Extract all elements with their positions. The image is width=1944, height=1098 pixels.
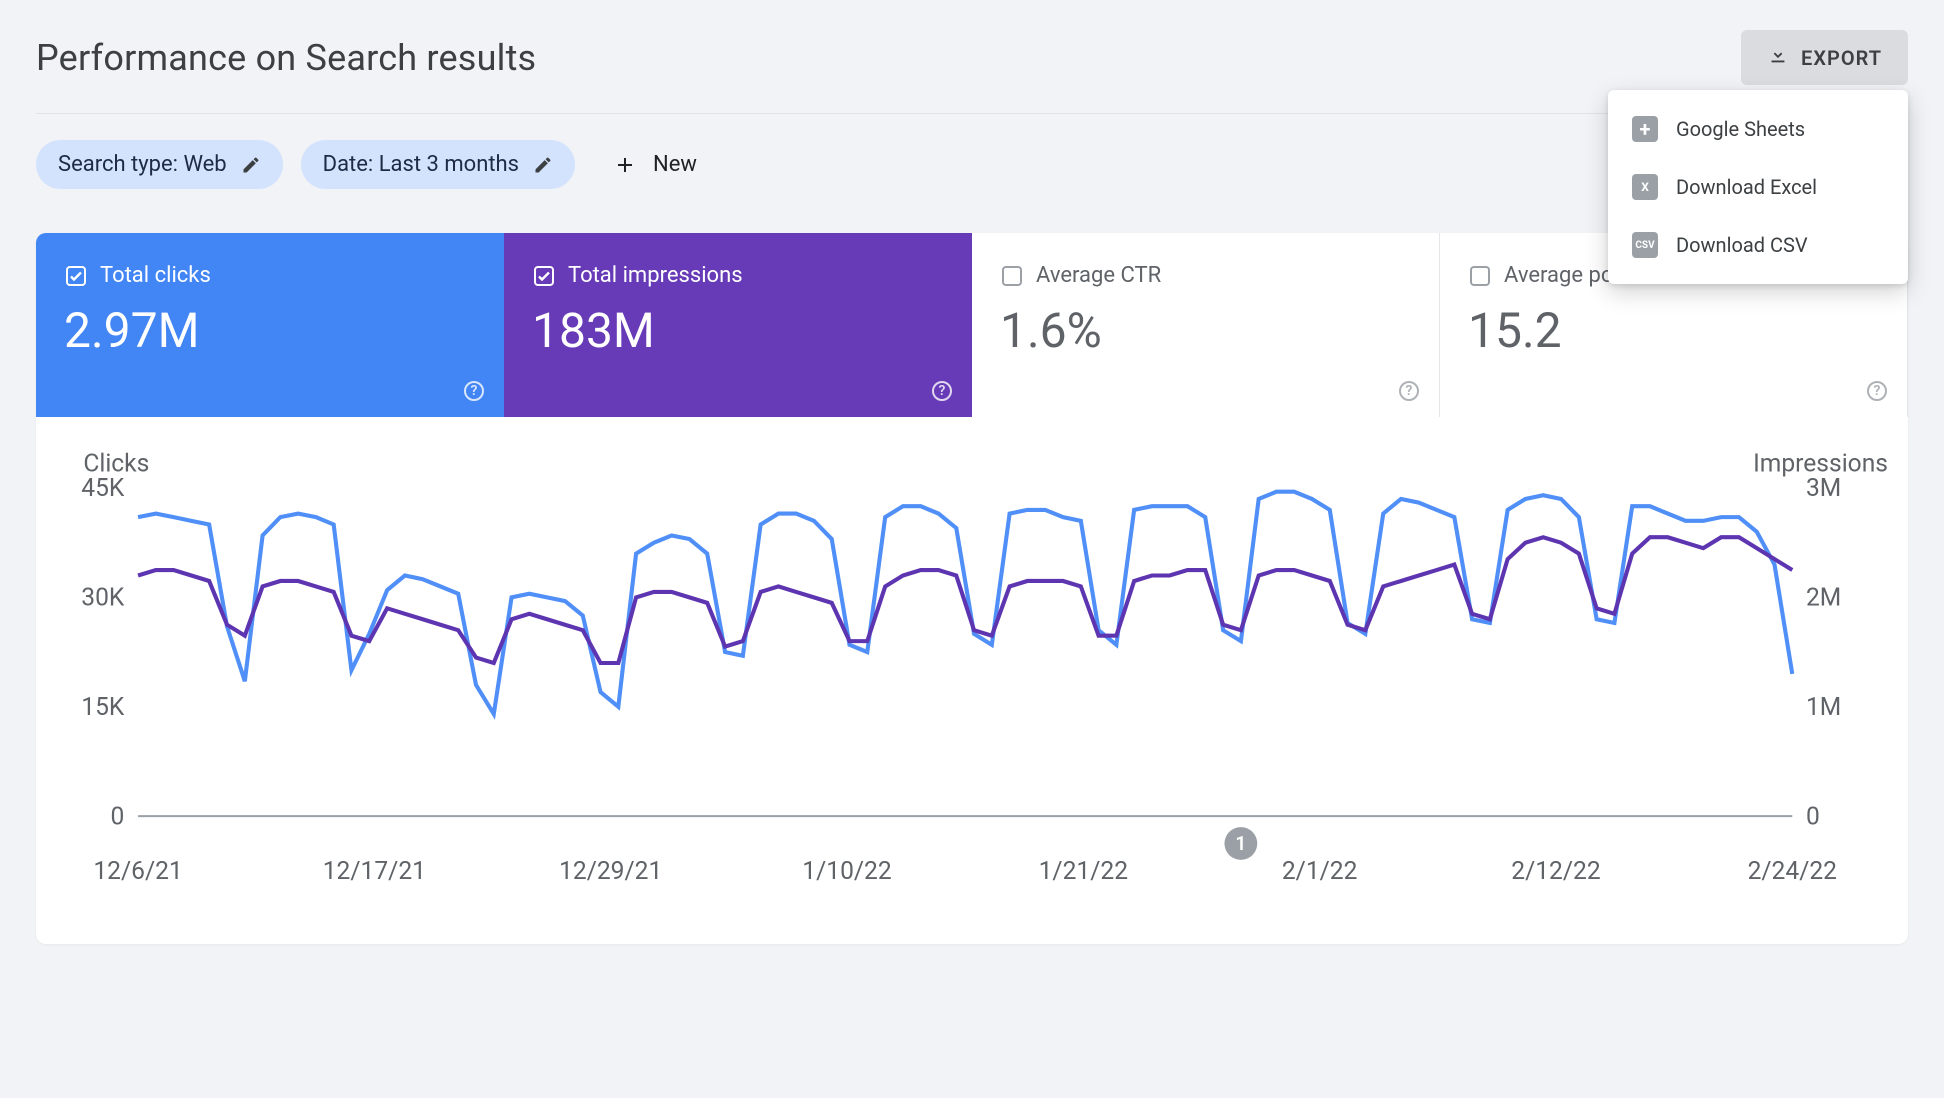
export-button[interactable]: EXPORT — [1741, 30, 1908, 85]
metric-average-ctr[interactable]: Average CTR 1.6% ? — [972, 233, 1440, 417]
filter-chip-date[interactable]: Date: Last 3 months — [301, 140, 575, 189]
add-filter-button[interactable]: New — [605, 142, 705, 187]
export-option-download-csv[interactable]: CSV Download CSV — [1608, 216, 1908, 274]
svg-text:1/21/22: 1/21/22 — [1039, 857, 1128, 886]
svg-text:1M: 1M — [1806, 693, 1841, 722]
svg-text:12/6/21: 12/6/21 — [93, 857, 182, 886]
checkbox-checked-icon — [532, 264, 556, 288]
svg-text:1: 1 — [1235, 832, 1246, 855]
help-icon[interactable]: ? — [930, 379, 954, 403]
metric-title: Total clicks — [100, 263, 211, 288]
metric-value: 183M — [532, 302, 944, 359]
menu-item-label: Download CSV — [1676, 233, 1808, 257]
help-icon[interactable]: ? — [462, 379, 486, 403]
svg-text:0: 0 — [111, 802, 125, 831]
metric-title: Average CTR — [1036, 263, 1161, 288]
svg-text:?: ? — [471, 383, 478, 399]
metric-value: 2.97M — [64, 302, 476, 359]
help-icon[interactable]: ? — [1865, 379, 1889, 403]
export-option-google-sheets[interactable]: + Google Sheets — [1608, 100, 1908, 158]
checkbox-unchecked-icon — [1468, 264, 1492, 288]
checkbox-unchecked-icon — [1000, 264, 1024, 288]
metric-title: Total impressions — [568, 263, 743, 288]
filter-chip-label: Search type: Web — [58, 152, 227, 177]
svg-text:?: ? — [1874, 383, 1881, 399]
help-icon[interactable]: ? — [1397, 379, 1421, 403]
export-menu: + Google Sheets X Download Excel CSV Dow… — [1608, 90, 1908, 284]
pencil-icon — [241, 155, 261, 175]
menu-item-label: Google Sheets — [1676, 117, 1805, 141]
svg-text:30K: 30K — [81, 584, 125, 613]
svg-text:2/24/22: 2/24/22 — [1748, 857, 1837, 886]
svg-text:3M: 3M — [1806, 474, 1841, 503]
export-label: EXPORT — [1801, 46, 1882, 70]
filter-chip-search-type[interactable]: Search type: Web — [36, 140, 283, 189]
menu-item-label: Download Excel — [1676, 175, 1817, 199]
metric-value: 1.6% — [1000, 302, 1411, 359]
metric-total-impressions[interactable]: Total impressions 183M ? — [504, 233, 972, 417]
metric-value: 15.2 — [1468, 302, 1879, 359]
excel-icon: X — [1632, 174, 1658, 200]
metric-total-clicks[interactable]: Total clicks 2.97M ? — [36, 233, 504, 417]
svg-text:2M: 2M — [1806, 584, 1841, 613]
csv-icon: CSV — [1632, 232, 1658, 258]
filter-chip-label: Date: Last 3 months — [323, 152, 519, 177]
download-icon — [1767, 44, 1789, 71]
svg-text:?: ? — [1406, 383, 1413, 399]
plus-icon — [613, 153, 637, 177]
page-title: Performance on Search results — [36, 37, 536, 79]
svg-text:2/12/22: 2/12/22 — [1511, 857, 1600, 886]
sheets-icon: + — [1632, 116, 1658, 142]
export-option-download-excel[interactable]: X Download Excel — [1608, 158, 1908, 216]
add-filter-label: New — [653, 152, 697, 177]
pencil-icon — [533, 155, 553, 175]
performance-card: Total clicks 2.97M ? Total impressions 1… — [36, 233, 1908, 944]
performance-chart: ClicksImpressions015K30K45K01M2M3M12/6/2… — [36, 417, 1908, 944]
svg-text:12/17/21: 12/17/21 — [323, 857, 426, 886]
svg-text:2/1/22: 2/1/22 — [1282, 857, 1358, 886]
chart-svg: ClicksImpressions015K30K45K01M2M3M12/6/2… — [56, 447, 1888, 912]
svg-text:15K: 15K — [81, 693, 125, 722]
svg-text:1/10/22: 1/10/22 — [802, 857, 891, 886]
checkbox-checked-icon — [64, 264, 88, 288]
svg-text:0: 0 — [1806, 802, 1820, 831]
svg-text:12/29/21: 12/29/21 — [559, 857, 662, 886]
svg-text:?: ? — [939, 383, 946, 399]
svg-text:45K: 45K — [81, 474, 125, 503]
